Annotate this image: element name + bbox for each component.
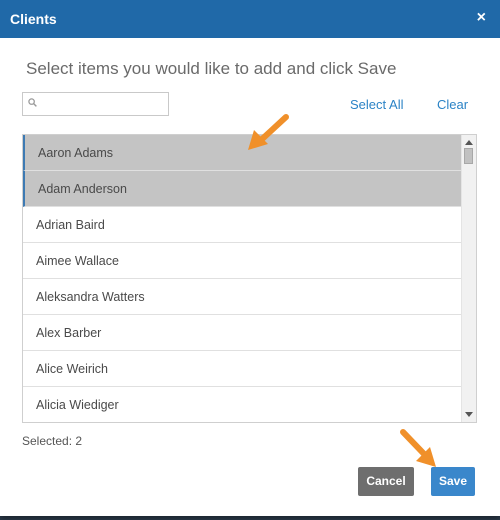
list-item[interactable]: Alice Weirich	[23, 351, 462, 387]
list-item[interactable]: Adrian Baird	[23, 207, 462, 243]
list-scrollbar[interactable]	[461, 135, 476, 422]
cancel-button[interactable]: Cancel	[358, 467, 414, 496]
dialog-instruction: Select items you would like to add and c…	[26, 59, 397, 78]
dialog-header: Clients ×	[0, 0, 500, 38]
clear-link[interactable]: Clear	[437, 97, 468, 113]
scroll-down-icon[interactable]	[465, 412, 473, 417]
select-all-link[interactable]: Select All	[350, 97, 403, 113]
arrow-icon	[400, 429, 436, 467]
search-input[interactable]	[45, 95, 169, 115]
selected-count: Selected: 2	[22, 434, 83, 448]
list-item[interactable]: Alex Barber	[23, 315, 462, 351]
list-item[interactable]: Adam Anderson	[23, 171, 462, 207]
scroll-up-icon[interactable]	[465, 140, 473, 145]
arrow-icon	[248, 114, 289, 150]
client-list[interactable]: Aaron Adams Adam Anderson Adrian Baird Aime…	[22, 134, 477, 423]
list-item[interactable]: Aaron Adams	[23, 135, 462, 171]
list-item[interactable]: Aleksandra Watters	[23, 279, 462, 315]
scroll-thumb[interactable]	[464, 148, 473, 164]
dialog-title: Clients	[10, 11, 57, 27]
close-icon[interactable]: ×	[477, 9, 486, 27]
list-item[interactable]: Alicia Wiediger	[23, 387, 462, 422]
list-item[interactable]: Aimee Wallace	[23, 243, 462, 279]
search-box[interactable]	[22, 92, 169, 116]
save-button[interactable]: Save	[431, 467, 475, 496]
search-icon	[28, 98, 37, 107]
